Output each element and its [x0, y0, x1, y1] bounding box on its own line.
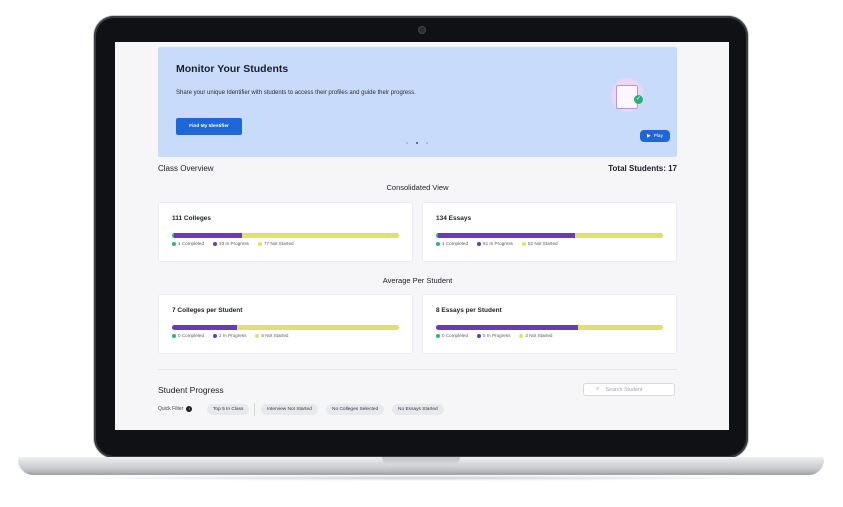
legend-dot-icon — [521, 241, 526, 246]
search-icon: ⌕ — [596, 386, 600, 392]
carousel-dot-active[interactable] — [416, 142, 418, 144]
essays-total-card: 134 Essays 1 Completed 81 In Progress 52 N… — [422, 202, 677, 262]
legend-item-in-progress: 2 In Progress — [213, 333, 246, 338]
legend-label: 1 Completed — [178, 241, 205, 246]
bar-segment-not-started — [241, 233, 399, 238]
banner-title: Monitor Your Students — [176, 63, 289, 75]
legend-item-completed: 0 Completed — [172, 333, 204, 338]
filter-chip-interview[interactable]: Interview Not Started — [261, 404, 318, 415]
legend-dot-icon — [172, 333, 176, 338]
legend-label: 1 Completed — [442, 241, 469, 246]
colleges-avg-card: 7 Colleges per Student 0 Completed 2 In P… — [158, 294, 413, 354]
legend-dot-icon — [477, 241, 482, 246]
legend-label: 52 Not Started — [527, 241, 558, 246]
legend-dot-icon — [436, 241, 440, 246]
legend-dot-icon — [477, 333, 482, 338]
carousel-dot[interactable] — [426, 142, 428, 144]
laptop-base — [18, 457, 824, 475]
bar-segment-in-progress — [437, 233, 575, 238]
filter-chip-top5[interactable]: Top 5 In Class — [207, 404, 250, 415]
legend-dot-icon — [213, 241, 218, 246]
card-title: 8 Essays per Student — [436, 307, 502, 314]
filter-separator — [254, 403, 255, 416]
legend-label: 81 In Progress — [483, 241, 513, 246]
progress-bar — [436, 233, 663, 238]
check-badge-icon: ✓ — [634, 95, 643, 104]
progress-bar — [436, 325, 663, 330]
legend-dot-icon — [255, 333, 260, 338]
quick-filter-text: Quick Filter — [158, 406, 184, 412]
laptop-notch — [382, 457, 460, 466]
total-students: Total Students: 17 — [608, 164, 677, 173]
card-legend: 0 Completed 2 In Progress 5 Not Started — [172, 333, 288, 338]
legend-label: 5 In Progress — [483, 333, 511, 338]
legend-item-not-started: 52 Not Started — [521, 241, 558, 246]
card-legend: 1 Completed 81 In Progress 52 Not Started — [436, 241, 558, 246]
card-title: 111 Colleges — [172, 215, 212, 222]
legend-item-not-started: 3 Not Started — [519, 333, 552, 338]
card-legend: 1 Completed 33 In Progress 77 Not Started — [172, 241, 294, 246]
carousel-dot[interactable] — [406, 142, 408, 144]
legend-label: 77 Not Started — [263, 241, 294, 246]
legend-item-in-progress: 33 In Progress — [213, 241, 249, 246]
legend-item-completed: 1 Completed — [172, 241, 204, 246]
play-button[interactable]: ▶ Play — [640, 130, 670, 142]
progress-bar — [172, 325, 399, 330]
legend-dot-icon — [257, 241, 262, 246]
laptop-shadow — [60, 475, 783, 481]
legend-dot-icon — [213, 333, 218, 338]
bar-segment-not-started — [236, 325, 399, 330]
bar-segment-in-progress — [436, 325, 578, 330]
card-title: 7 Colleges per Student — [172, 307, 243, 314]
carousel-dots — [406, 142, 428, 144]
find-identifier-button[interactable]: Find My Identifier — [176, 118, 242, 135]
legend-dot-icon — [172, 241, 176, 246]
filter-chip-no-essays[interactable]: No Essays Started — [392, 404, 444, 415]
card-title: 134 Essays — [436, 215, 472, 222]
camera-icon — [419, 27, 425, 33]
bar-segment-in-progress — [174, 233, 242, 238]
filter-chip-no-colleges[interactable]: No Colleges Selected — [326, 404, 385, 415]
play-label: Play — [653, 133, 664, 139]
progress-bar — [172, 233, 399, 238]
legend-item-in-progress: 81 In Progress — [477, 241, 513, 246]
bar-segment-in-progress — [172, 325, 237, 330]
monitor-banner: Monitor Your Students Share your unique … — [158, 47, 677, 157]
legend-item-not-started: 77 Not Started — [257, 241, 294, 246]
legend-dot-icon — [436, 333, 440, 338]
bar-segment-not-started — [577, 325, 663, 330]
search-placeholder: Search Student — [605, 386, 643, 393]
legend-label: 0 Completed — [178, 333, 205, 338]
essays-avg-card: 8 Essays per Student 0 Completed 5 In Pro… — [422, 294, 677, 354]
app-screen: Monitor Your Students Share your unique … — [115, 42, 729, 430]
banner-description: Share your unique Identifier with studen… — [176, 90, 416, 96]
play-icon: ▶ — [646, 133, 651, 139]
class-overview-heading: Class Overview — [158, 164, 214, 173]
quick-filter-label: Quick Filter i — [158, 406, 193, 412]
search-student-input[interactable]: ⌕ Search Student — [583, 383, 675, 396]
student-progress-title: Student Progress — [158, 385, 224, 395]
bar-segment-not-started — [574, 233, 663, 238]
legend-item-in-progress: 5 In Progress — [477, 333, 510, 338]
colleges-total-card: 111 Colleges 1 Completed 33 In Progress 77… — [158, 202, 413, 262]
legend-label: 3 Not Started — [525, 333, 553, 338]
legend-label: 0 Completed — [442, 333, 469, 338]
legend-dot-icon — [519, 333, 524, 338]
average-per-student-title: Average Per Student — [382, 276, 453, 285]
legend-item-completed: 1 Completed — [436, 241, 468, 246]
consolidated-view-title: Consolidated View — [386, 183, 449, 192]
info-icon[interactable]: i — [186, 406, 193, 412]
card-legend: 0 Completed 5 In Progress 3 Not Started — [436, 333, 552, 338]
legend-label: 2 In Progress — [219, 333, 247, 338]
section-divider — [158, 369, 677, 370]
legend-item-completed: 0 Completed — [436, 333, 468, 338]
legend-label: 5 Not Started — [261, 333, 289, 338]
legend-item-not-started: 5 Not Started — [255, 333, 288, 338]
legend-label: 33 In Progress — [219, 241, 249, 246]
